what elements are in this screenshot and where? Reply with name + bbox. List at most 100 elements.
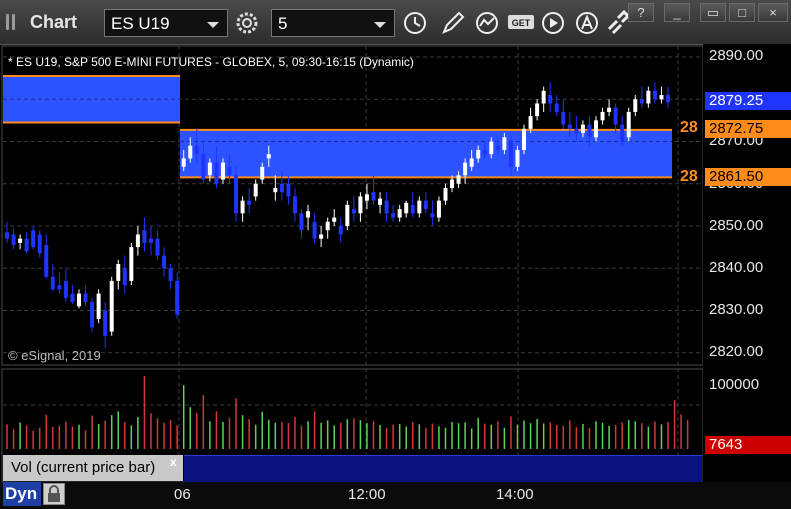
candle-body	[535, 103, 540, 117]
candle-body	[135, 234, 140, 248]
time-tick: 06	[174, 486, 191, 503]
candle-body	[502, 137, 507, 150]
zone-upper-marker: 28	[680, 119, 698, 136]
lock-icon[interactable]	[43, 483, 65, 505]
candle-body	[129, 247, 134, 281]
candle-body	[515, 149, 520, 167]
restore-icon[interactable]: ▭	[700, 3, 726, 22]
candle-body	[24, 238, 29, 252]
candle-body	[567, 124, 572, 129]
candle-body	[652, 90, 657, 100]
time-tick: 14:00	[496, 486, 534, 503]
candle-body	[522, 128, 527, 150]
maximize-icon[interactable]: □	[729, 3, 755, 22]
candle-body	[162, 255, 167, 269]
candle-body	[37, 234, 42, 254]
candle-body	[273, 187, 278, 193]
time-tick: 12:00	[348, 486, 386, 503]
candle-body	[122, 268, 127, 286]
dynamic-mode-button[interactable]: Dyn	[3, 482, 41, 506]
candle-body	[325, 221, 330, 231]
candle-body	[554, 103, 559, 112]
current-price-tag: 2879.25	[705, 92, 791, 110]
candle-body	[423, 200, 428, 210]
candle-body	[436, 200, 441, 218]
candle-body	[292, 196, 297, 214]
candle-body	[63, 280, 68, 298]
candle-body	[626, 111, 631, 138]
candle-body	[253, 183, 258, 197]
volume-info-strip	[184, 455, 702, 482]
candle-body	[201, 154, 206, 180]
candle-body	[378, 198, 383, 205]
candle-body	[489, 141, 494, 155]
candle-body	[279, 183, 284, 193]
candle-body	[266, 154, 271, 159]
candle-body	[574, 128, 579, 134]
candle-body	[417, 200, 422, 214]
candle-body	[234, 175, 239, 214]
zone-upper-tag: 2872.75	[705, 120, 791, 138]
candle-body	[620, 124, 625, 142]
candle-body	[594, 120, 599, 138]
candle-body	[666, 95, 670, 103]
candle-body	[639, 99, 644, 104]
candle-body	[11, 234, 16, 246]
zone-lower-tag: 2861.50	[705, 168, 791, 186]
candle-body	[188, 145, 193, 159]
candle-body	[181, 158, 186, 167]
candle-body	[175, 280, 180, 315]
candle-body	[410, 204, 415, 214]
candle-body	[332, 217, 337, 222]
candle-body	[142, 230, 147, 243]
candle-body	[358, 196, 363, 214]
candle-body	[338, 226, 343, 235]
candle-body	[312, 221, 317, 239]
candle-body	[476, 149, 481, 159]
candle-body	[633, 99, 638, 112]
candle-body	[528, 116, 533, 129]
candle-body	[600, 111, 605, 121]
candle-body	[450, 179, 455, 188]
volume-tick: 100000	[709, 376, 760, 393]
candle-body	[306, 211, 311, 218]
candle-body	[286, 183, 291, 197]
candle-body	[96, 293, 101, 319]
time-axis: 06 12:00 14:00	[0, 482, 791, 509]
candle-body	[31, 230, 36, 248]
volume-legend[interactable]: Vol (current price bar)	[3, 455, 183, 481]
candle-body	[299, 213, 304, 231]
candle-body	[384, 200, 389, 214]
candle-body	[227, 166, 232, 176]
candle-body	[18, 238, 23, 243]
candle-body	[580, 124, 585, 134]
candle-body	[57, 285, 62, 290]
candle-body	[371, 192, 376, 201]
chart-header: * ES U19, S&P 500 E-MINI FUTURES - GLOBE…	[8, 55, 414, 69]
candle-body	[659, 95, 664, 100]
candle-body	[194, 145, 199, 155]
close-icon[interactable]: x	[170, 455, 177, 469]
candle-body	[240, 200, 245, 214]
price-tick: 2890.00	[709, 47, 764, 64]
volume-axis: 100000	[703, 369, 791, 482]
candle-body	[351, 209, 356, 214]
candle-body	[463, 162, 468, 176]
candle-body	[76, 293, 81, 307]
candle-body	[430, 213, 435, 218]
price-tick: 2840.00	[709, 259, 764, 276]
price-tick: 2820.00	[709, 343, 764, 360]
candle-body	[443, 187, 448, 201]
candle-body	[391, 213, 396, 218]
price-zone	[180, 129, 672, 178]
candle-body	[103, 310, 108, 336]
close-icon[interactable]: ×	[758, 3, 788, 22]
candle-body	[148, 238, 153, 243]
candle-body	[508, 141, 513, 167]
candle-body	[5, 232, 9, 239]
price-chart[interactable]: * ES U19, S&P 500 E-MINI FUTURES - GLOBE…	[0, 0, 703, 482]
candle-body	[541, 90, 546, 104]
candle-body	[214, 162, 219, 184]
candle-body	[247, 200, 252, 205]
candle-body	[70, 293, 75, 303]
